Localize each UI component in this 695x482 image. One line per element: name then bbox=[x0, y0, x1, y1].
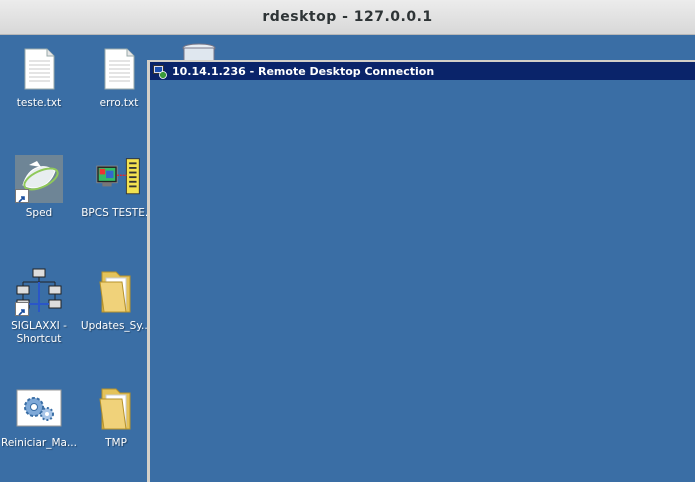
desktop-icon-tmp-folder[interactable]: TMP bbox=[77, 385, 155, 450]
desktop-icon-label: Updates_Sy... bbox=[80, 320, 152, 332]
remote-desktop-titlebar[interactable]: 10.14.1.236 - Remote Desktop Connection bbox=[150, 62, 695, 80]
desktop-icon-label: teste.txt bbox=[16, 97, 62, 109]
shortcut-arrow-icon bbox=[15, 302, 29, 316]
remote-desktop-window[interactable]: 10.14.1.236 - Remote Desktop Connection bbox=[147, 60, 695, 482]
desktop-icon-teste-txt[interactable]: teste.txt bbox=[0, 45, 78, 110]
remote-desktop-content[interactable] bbox=[150, 80, 695, 482]
network-icon bbox=[15, 268, 63, 316]
settings-gears-icon bbox=[15, 385, 63, 433]
desktop-icon-label: Sped bbox=[25, 207, 53, 219]
desktop-icon-label: TMP bbox=[105, 437, 127, 449]
shortcut-arrow-icon bbox=[15, 189, 29, 203]
desktop-icon-siglaxxi-shortcut[interactable]: SIGLAXXI - Shortcut bbox=[0, 268, 78, 346]
remote-desktop-title: 10.14.1.236 - Remote Desktop Connection bbox=[172, 64, 435, 78]
folder-icon bbox=[92, 268, 140, 316]
desktop-icon-label: erro.txt bbox=[99, 97, 139, 109]
desktop-icon-updates-folder[interactable]: Updates_Sy... bbox=[77, 268, 155, 333]
desktop-icon-sped[interactable]: Sped bbox=[0, 155, 78, 220]
desktop-icon-label: BPCS TESTE.w bbox=[81, 207, 157, 219]
bpcs-app-icon bbox=[95, 155, 143, 203]
remote-desktop-icon bbox=[153, 64, 167, 79]
recycle-bin-icon[interactable] bbox=[181, 42, 217, 60]
text-file-icon bbox=[15, 45, 63, 93]
desktop-icon-label: SIGLAXXI - Shortcut bbox=[11, 320, 67, 345]
sped-app-icon bbox=[15, 155, 63, 203]
desktop-icon-reiniciar[interactable]: Reiniciar_Ma... bbox=[0, 385, 78, 450]
folder-icon bbox=[92, 385, 140, 433]
desktop-icon-label: Reiniciar_Ma... bbox=[1, 437, 77, 449]
host-window-title: rdesktop - 127.0.0.1 bbox=[262, 9, 433, 25]
host-window-titlebar[interactable]: rdesktop - 127.0.0.1 bbox=[0, 0, 695, 35]
text-file-icon bbox=[95, 45, 143, 93]
